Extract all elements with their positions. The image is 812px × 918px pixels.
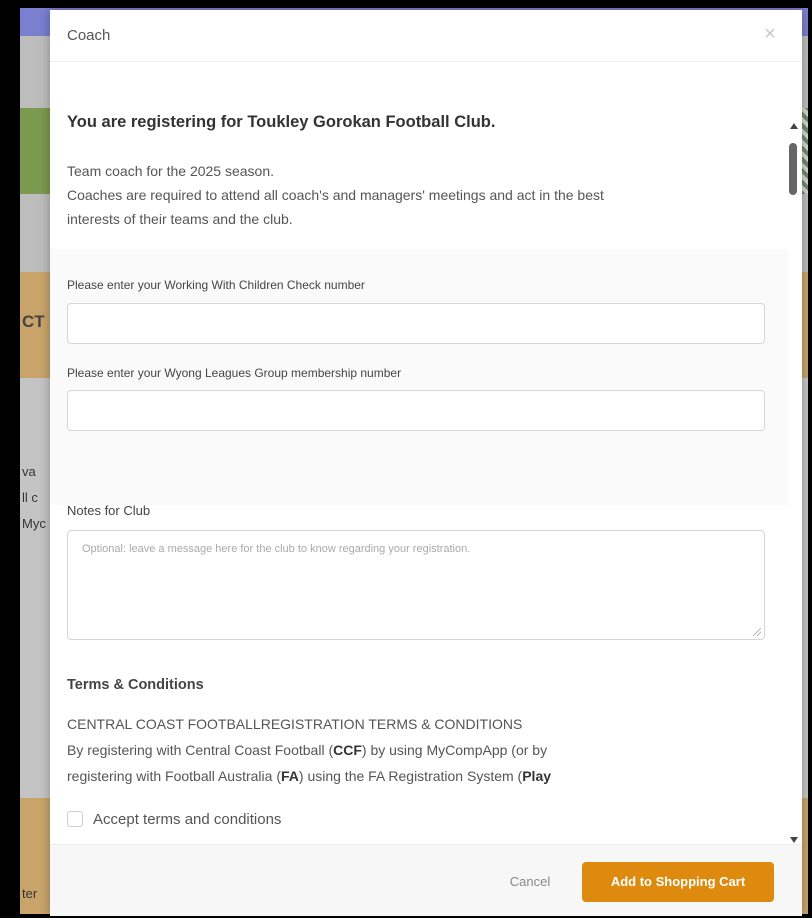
background-text-fragment: ll c xyxy=(22,490,38,505)
notes-placeholder: Optional: leave a message here for the c… xyxy=(82,543,471,555)
terms-text: CENTRAL COAST FOOTBALLREGISTRATION TERMS… xyxy=(67,711,767,789)
wwcc-label: Please enter your Working With Children … xyxy=(67,278,365,292)
modal-body[interactable]: You are registering for Toukley Gorokan … xyxy=(50,63,802,843)
membership-label: Please enter your Wyong Leagues Group me… xyxy=(67,366,402,380)
background-text-fragment: va xyxy=(22,464,36,479)
registration-heading: You are registering for Toukley Gorokan … xyxy=(67,113,496,131)
close-icon[interactable]: × xyxy=(758,22,782,46)
description-line: Coaches are required to attend all coach… xyxy=(67,187,604,203)
background-text-fragment: Myc xyxy=(22,516,46,531)
background-text-fragment: CT xyxy=(22,312,45,331)
screen-frame xyxy=(0,0,20,918)
terms-line: registering with Football Australia (FA)… xyxy=(67,768,552,784)
terms-title: Terms & Conditions xyxy=(67,677,204,693)
scroll-down-arrow-icon[interactable] xyxy=(790,837,798,843)
modal-footer: Cancel Add to Shopping Cart xyxy=(50,844,802,916)
screen-frame xyxy=(0,0,812,8)
role-description: Team coach for the 2025 season. Coaches … xyxy=(67,159,767,231)
scroll-thumb[interactable] xyxy=(789,143,797,195)
description-line: Team coach for the 2025 season. xyxy=(67,163,275,179)
resize-handle-icon[interactable] xyxy=(753,628,761,636)
terms-line: By registering with Central Coast Footba… xyxy=(67,742,548,758)
accept-terms-checkbox[interactable] xyxy=(67,811,83,827)
screen-frame xyxy=(808,0,812,918)
background-text-fragment: ter xyxy=(22,886,38,901)
accept-terms-row[interactable]: Accept terms and conditions xyxy=(67,808,281,830)
accept-terms-label[interactable]: Accept terms and conditions xyxy=(93,811,281,828)
membership-input[interactable] xyxy=(67,390,765,431)
notes-label: Notes for Club xyxy=(67,503,151,518)
registration-modal: Coach × You are registering for Toukley … xyxy=(50,10,802,916)
description-line: interests of their teams and the club. xyxy=(67,211,293,227)
modal-header: Coach × xyxy=(50,10,802,62)
wwcc-input[interactable] xyxy=(67,303,765,344)
scroll-up-arrow-icon[interactable] xyxy=(790,123,798,129)
notes-textarea[interactable]: Optional: leave a message here for the c… xyxy=(67,530,765,640)
terms-line: CENTRAL COAST FOOTBALLREGISTRATION TERMS… xyxy=(67,716,523,732)
cancel-button[interactable]: Cancel xyxy=(490,863,570,901)
add-to-cart-button[interactable]: Add to Shopping Cart xyxy=(582,862,774,902)
modal-scrollbar[interactable] xyxy=(788,123,800,843)
modal-title: Coach xyxy=(67,27,111,44)
